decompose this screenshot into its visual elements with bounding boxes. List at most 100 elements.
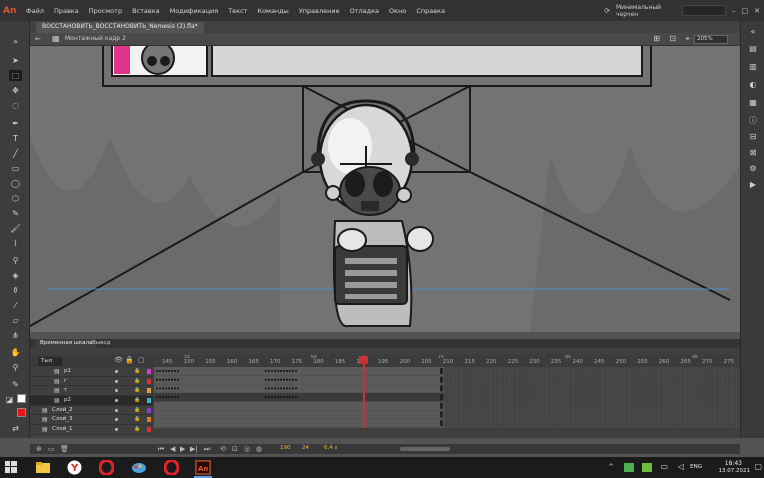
layer-color-swatch[interactable] — [147, 378, 151, 384]
layer-visibility-toggle[interactable] — [115, 428, 118, 432]
menu-item-7[interactable]: Управление — [294, 7, 345, 15]
layer-visibility-toggle[interactable] — [115, 408, 118, 412]
outline-all-icon[interactable]: ▢ — [138, 356, 145, 364]
transform-icon[interactable]: ⊠ — [747, 147, 759, 158]
align-icon[interactable]: ⊟ — [747, 131, 759, 142]
menu-item-1[interactable]: Правка — [49, 7, 84, 15]
layer-lock-icon[interactable]: 🔒 — [134, 377, 140, 386]
stroke-color-icon[interactable]: ✎ — [9, 379, 22, 390]
center-frame-icon[interactable]: ⊡ — [232, 445, 238, 453]
pen-tool-icon[interactable]: ✒ — [9, 118, 22, 129]
text-tool-icon[interactable]: T — [9, 133, 22, 144]
menu-item-5[interactable]: Текст — [223, 7, 252, 15]
line-tool-icon[interactable]: ╱ — [9, 148, 22, 159]
paint-app-icon[interactable] — [131, 460, 147, 475]
loop-icon[interactable]: ⟲ — [220, 445, 226, 453]
hand-tool-icon[interactable]: ✋ — [9, 347, 22, 358]
lock-all-icon[interactable]: 🔒 — [125, 356, 134, 364]
edit-symbols-icon[interactable]: ⊞ — [653, 34, 660, 43]
menu-item-10[interactable]: Справка — [411, 7, 450, 15]
library-icon[interactable]: ▥ — [747, 61, 759, 72]
layer-name[interactable]: Слой_1 — [52, 425, 73, 434]
menu-item-2[interactable]: Просмотр — [84, 7, 127, 15]
color-panel-icon[interactable]: ◐ — [747, 79, 759, 90]
layer-row[interactable]: ▤ т 🔒 — [30, 386, 153, 397]
workspace-select[interactable]: Минимальный черчен — [616, 4, 676, 18]
stroke-color-swatch[interactable] — [17, 394, 26, 403]
menu-item-3[interactable]: Вставка — [127, 7, 165, 15]
stage-canvas[interactable] — [30, 46, 740, 332]
center-stage-icon[interactable]: ⌖ — [685, 34, 690, 44]
clock-date[interactable]: 13.07.2021 — [719, 468, 751, 474]
layer-color-swatch[interactable] — [147, 388, 151, 394]
maximize-button[interactable]: □ — [742, 7, 749, 15]
components-icon[interactable]: ⚙ — [747, 163, 759, 174]
show-hide-all-icon[interactable]: 👁 — [114, 356, 123, 364]
eraser-tool-icon[interactable]: ▱ — [9, 315, 22, 326]
layer-name[interactable]: Слой_2 — [52, 406, 73, 415]
menu-item-6[interactable]: Команды — [252, 7, 293, 15]
layer-row[interactable]: ▤ г 🔒 — [30, 377, 153, 387]
layer-lock-icon[interactable]: 🔒 — [134, 425, 140, 434]
layer-row[interactable]: ▤ р2 🔒 — [30, 396, 153, 406]
menu-item-9[interactable]: Окно — [384, 7, 411, 15]
toolbar-collapse-icon[interactable]: » — [9, 36, 22, 47]
layer-lock-icon[interactable]: 🔒 — [134, 367, 140, 376]
onion-outlines-icon[interactable]: ◍ — [256, 445, 262, 453]
volume-icon[interactable]: ◁ — [678, 462, 684, 471]
layer-lock-icon[interactable]: 🔒 — [134, 396, 140, 405]
motion-presets-icon[interactable]: ▶ — [747, 179, 759, 190]
layer-color-swatch[interactable] — [147, 427, 151, 433]
paint-brush-tool-icon[interactable]: ⌇ — [9, 238, 22, 249]
layer-lock-icon[interactable]: 🔒 — [134, 386, 140, 395]
playhead[interactable] — [363, 355, 365, 428]
layer-lock-icon[interactable]: 🔒 — [134, 415, 140, 424]
subselection-tool-icon[interactable]: ⬚ — [9, 70, 22, 81]
brush-tool-icon[interactable]: 🖌 — [9, 223, 22, 234]
yandex-browser-icon[interactable]: Y — [67, 460, 83, 475]
timeline-scrollbar[interactable] — [400, 447, 450, 451]
polystar-tool-icon[interactable]: ⬡ — [9, 193, 22, 204]
rectangle-tool-icon[interactable]: ▭ — [9, 163, 22, 174]
last-frame-icon[interactable]: ⏭ — [204, 445, 210, 454]
fps[interactable]: 24 — [302, 445, 309, 451]
swatches-icon[interactable]: ▦ — [747, 97, 759, 108]
layer-row[interactable]: ▤ Слой_2 🔒 — [30, 406, 153, 416]
layer-row[interactable]: ▤ Слой_1 🔒 — [30, 425, 153, 435]
first-frame-icon[interactable]: ⏮ — [158, 445, 164, 454]
layer-color-swatch[interactable] — [147, 407, 151, 413]
info-icon[interactable]: ⓘ — [747, 115, 759, 126]
back-arrow-icon[interactable]: ← — [35, 35, 41, 43]
document-tab[interactable]: ВОССТАНОВИТЬ_ВОССТАНОВИТЬ_Nemesis (2).fl… — [36, 22, 204, 33]
layer-name[interactable]: г — [64, 377, 67, 386]
clock-time[interactable]: 18:43 — [725, 460, 742, 467]
free-transform-tool-icon[interactable]: ✥ — [9, 85, 22, 96]
ink-bottle-tool-icon[interactable]: ⚱ — [9, 285, 22, 296]
opera-icon[interactable] — [98, 459, 115, 476]
layer-color-swatch[interactable] — [147, 417, 151, 423]
new-layer-icon[interactable]: ⊕ — [36, 445, 42, 453]
new-folder-icon[interactable]: ▭ — [48, 445, 55, 453]
paint-bucket-tool-icon[interactable]: ◈ — [9, 270, 22, 281]
layer-color-swatch[interactable] — [147, 398, 151, 404]
layer-visibility-toggle[interactable] — [115, 418, 118, 422]
nvidia-tray-icon[interactable] — [624, 463, 634, 472]
eyedropper-tool-icon[interactable]: ⁄ — [9, 300, 22, 311]
next-frame-icon[interactable]: ▶| — [190, 445, 198, 453]
layer-visibility-toggle[interactable] — [115, 389, 118, 393]
onion-skin-icon[interactable]: ◎ — [244, 445, 250, 453]
network-icon[interactable]: ▭ — [660, 462, 668, 471]
swap-colors-icon[interactable]: ⇄ — [9, 423, 22, 434]
frame-ruler[interactable]: 1451501551601651701751801851901952002052… — [154, 355, 740, 367]
layer-lock-icon[interactable]: 🔒 — [134, 406, 140, 415]
fill-color-swatch[interactable] — [17, 408, 26, 417]
layer-visibility-toggle[interactable] — [115, 379, 118, 383]
close-button[interactable]: ✕ — [754, 7, 760, 15]
layer-color-swatch[interactable] — [147, 369, 151, 374]
properties-icon[interactable]: ▤ — [747, 43, 759, 54]
folder-label[interactable]: Тыл — [38, 357, 62, 366]
layer-visibility-toggle[interactable] — [115, 399, 118, 403]
oval-tool-icon[interactable]: ◯ — [9, 178, 22, 189]
sync-icon[interactable]: ⟳ — [604, 7, 610, 15]
prev-frame-icon[interactable]: ◀ — [170, 445, 175, 453]
